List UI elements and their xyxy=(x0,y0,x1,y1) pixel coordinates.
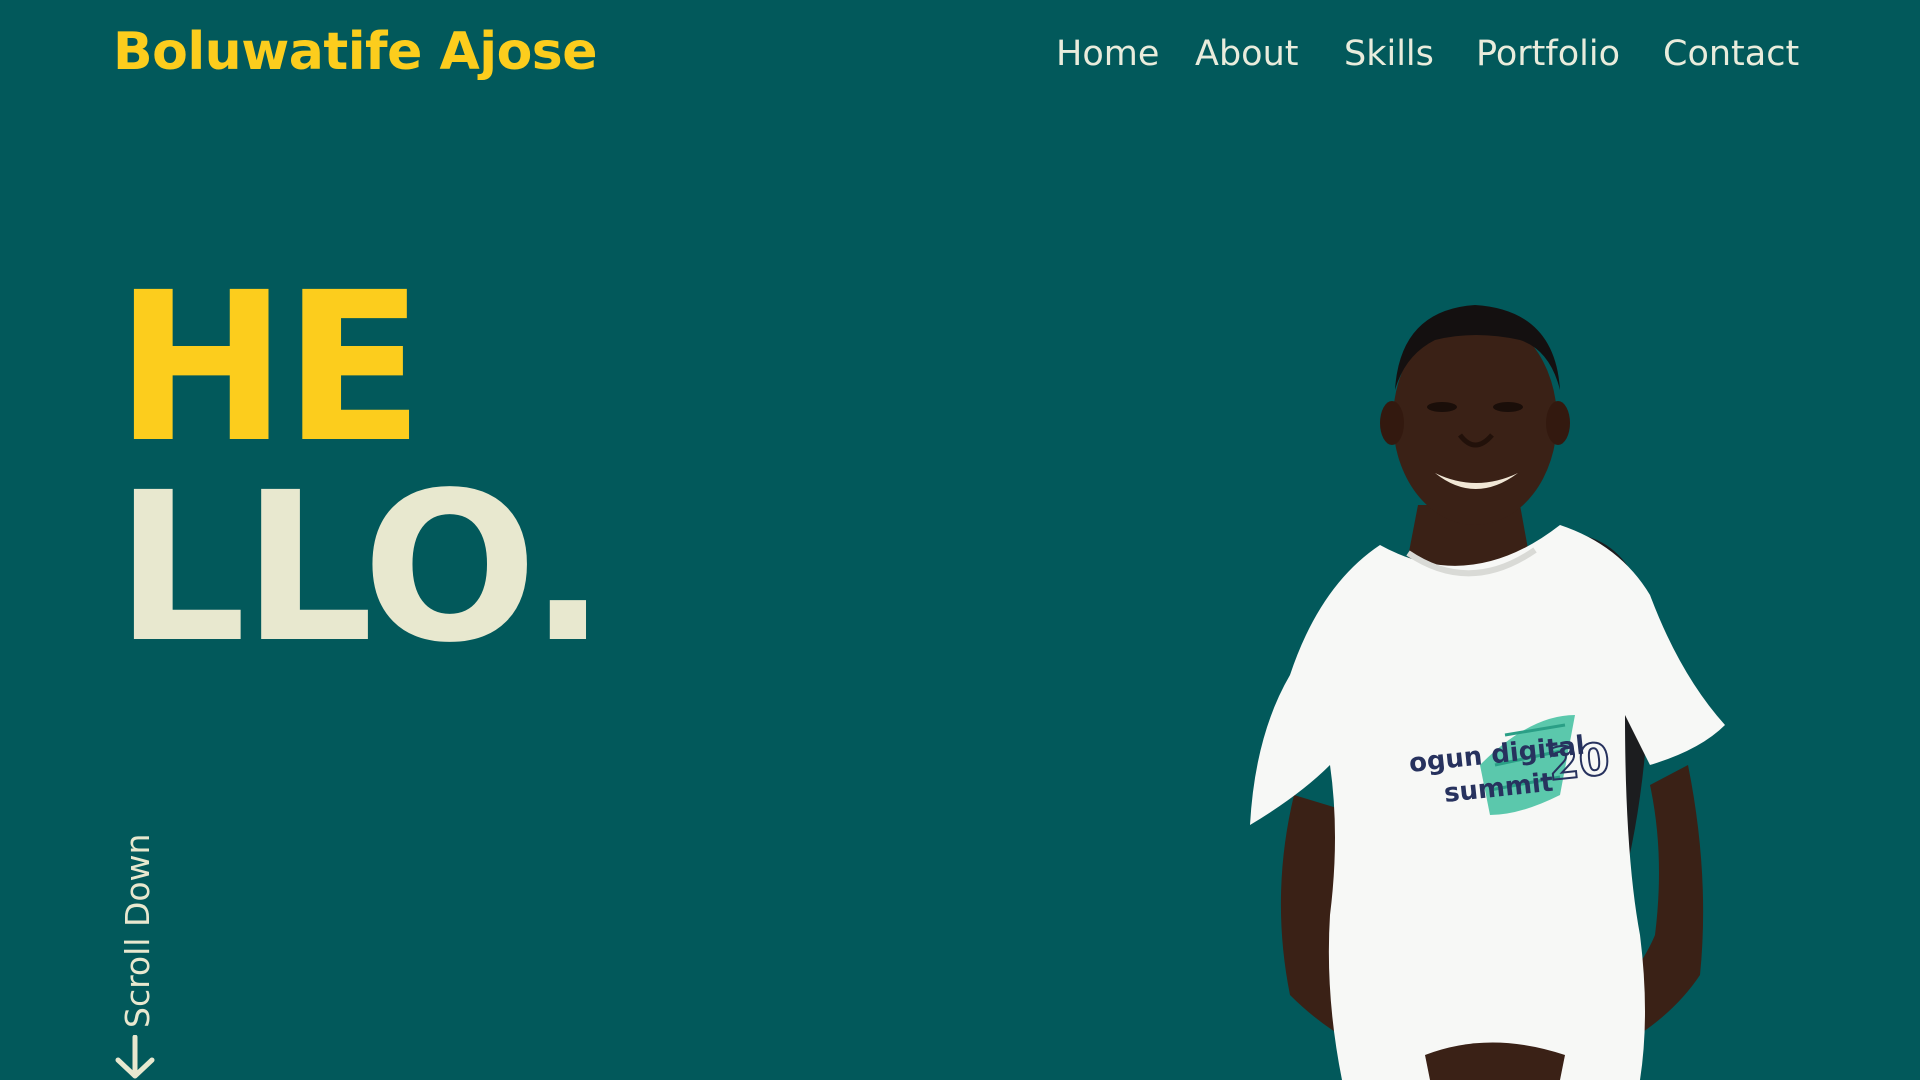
hero-greeting: HE LLO. xyxy=(115,248,607,688)
scroll-down-label: Scroll Down xyxy=(118,833,157,1028)
nav-contact-link[interactable]: Contact xyxy=(1663,34,1799,74)
nav-home-link[interactable]: Home xyxy=(1056,34,1159,74)
scroll-down-link[interactable]: Scroll Down xyxy=(113,810,157,1080)
nav-portfolio-link[interactable]: Portfolio xyxy=(1476,34,1620,74)
hero-greeting-line-1: HE xyxy=(115,248,424,488)
profile-portrait: ogun digital summit 20 xyxy=(1250,305,1725,1080)
site-logo-name[interactable]: Boluwatife Ajose xyxy=(113,22,598,82)
svg-text:20: 20 xyxy=(1546,734,1612,791)
nav-skills-link[interactable]: Skills xyxy=(1344,34,1434,74)
arrow-down-icon xyxy=(115,1035,155,1079)
hero-greeting-line-2: LLO. xyxy=(115,448,607,688)
nav-about-link[interactable]: About xyxy=(1195,34,1298,74)
